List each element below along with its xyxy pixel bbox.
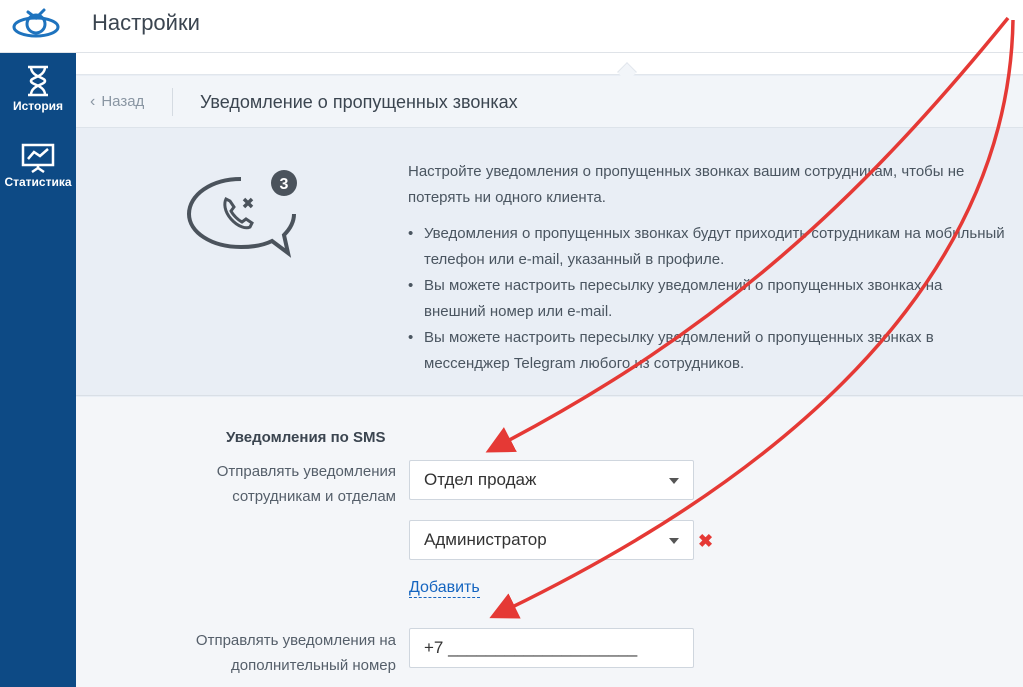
intro-text: Настройте уведомления о пропущенных звон… (408, 159, 1008, 377)
sub-navigation (76, 53, 1023, 82)
chart-board-icon (21, 143, 55, 173)
intro-lead: Настройте уведомления о пропущенных звон… (408, 163, 965, 206)
badge-count: 3 (280, 176, 289, 193)
caret-down-icon (669, 478, 679, 484)
sidebar-item-history[interactable]: История (0, 65, 76, 113)
add-recipient-link[interactable]: Добавить (409, 579, 480, 598)
list-item: Вы можете настроить пересылку уведомлени… (408, 273, 1008, 325)
list-item: Вы можете настроить пересылку уведомлени… (408, 325, 1008, 377)
back-link[interactable]: ‹ Назад (90, 93, 144, 111)
caret-down-icon (669, 538, 679, 544)
divider (172, 88, 173, 116)
recipient-select-2[interactable]: Администратор (409, 520, 694, 560)
hourglass-icon (28, 65, 48, 97)
sidebar: История Статистика (0, 53, 76, 687)
sidebar-item-statistics[interactable]: Статистика (0, 143, 76, 189)
missed-call-bubble-icon: 3 (186, 170, 297, 258)
remove-recipient-icon[interactable]: ✖ (698, 531, 713, 552)
send-to-label: Отправлять уведомления сотрудникам и отд… (216, 463, 396, 505)
app-title: Настройки (92, 10, 200, 35)
page-title: Уведомление о пропущенных звонках (200, 92, 518, 112)
select-value: Отдел продаж (424, 470, 537, 489)
select-value: Администратор (424, 530, 547, 549)
back-label: Назад (101, 93, 145, 110)
extra-number-label: Отправлять уведомления на дополнительный… (195, 632, 396, 674)
intro-bullets: Уведомления о пропущенных звонках будут … (408, 221, 1008, 377)
list-item: Уведомления о пропущенных звонках будут … (408, 221, 1008, 273)
section-title: Уведомления по SMS (226, 429, 386, 446)
breadcrumb: ‹ Назад Уведомление о пропущенных звонках (76, 76, 1023, 128)
sidebar-item-label: Статистика (4, 175, 72, 189)
satellite-logo-icon[interactable] (10, 6, 62, 46)
extra-number-input[interactable]: +7 ____________________ (409, 628, 694, 668)
sidebar-item-label: История (12, 99, 64, 113)
chevron-left-icon: ‹ (90, 93, 96, 110)
top-bar: Настройки (0, 0, 1023, 53)
recipient-select-1[interactable]: Отдел продаж (409, 460, 694, 500)
intro-panel: 3 Настройте уведомления о пропущенных зв… (76, 129, 1023, 396)
sms-settings-form: Уведомления по SMS Отправлять уведомлени… (76, 397, 1023, 687)
